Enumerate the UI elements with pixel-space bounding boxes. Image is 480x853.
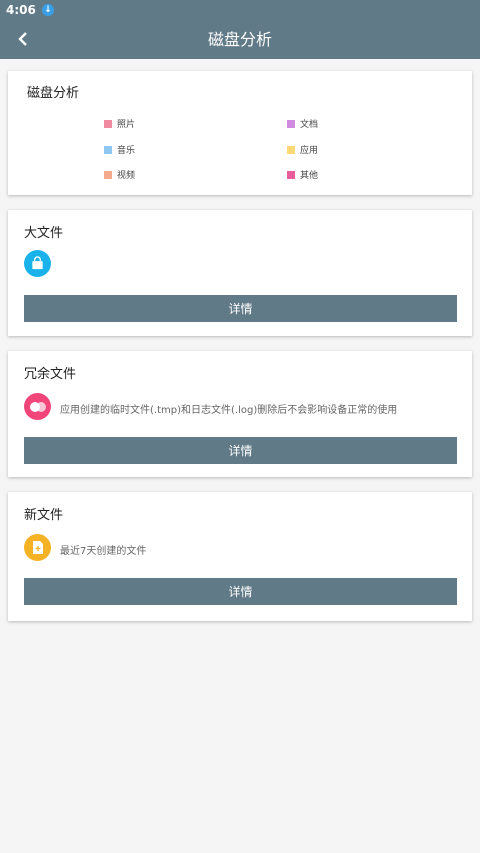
new-files-title: 新文件 (24, 508, 64, 523)
download-icon: ↓ (41, 4, 54, 16)
large-files-detail-button[interactable]: 详情 (24, 295, 457, 322)
new-files-detail-button[interactable]: 详情 (24, 578, 457, 605)
legend-label: 文档 (300, 120, 319, 130)
redundant-files-detail-button[interactable]: 详情 (24, 437, 457, 464)
redundant-files-title: 冗余文件 (24, 367, 77, 382)
new-files-description: 最近7天创建的文件 (60, 546, 147, 557)
legend-item-photos: 照片 (104, 117, 135, 130)
status-time: 4:06 (6, 3, 36, 17)
legend-label: 视频 (117, 171, 136, 181)
legend-label: 其他 (300, 171, 319, 181)
redundant-files-description: 应用创建的临时文件(.tmp)和日志文件(.log)删除后不会影响设备正常的使用 (60, 405, 398, 416)
status-bar: 4:06 ↓ (0, 0, 480, 20)
legend-item-videos: 视频 (104, 168, 135, 181)
legend-swatch (104, 119, 112, 128)
legend-label: 音乐 (117, 146, 136, 156)
new-document-icon (24, 534, 51, 561)
app-bar: 磁盘分析 (0, 20, 480, 59)
legend-swatch (287, 119, 295, 128)
legend-label: 应用 (300, 146, 319, 156)
legend-item-music: 音乐 (104, 143, 135, 156)
legend-item-other: 其他 (287, 168, 318, 181)
page-title: 磁盘分析 (207, 30, 272, 49)
legend-item-apps: 应用 (287, 143, 318, 156)
large-files-card: 大文件 详情 (8, 210, 472, 336)
legend-swatch (287, 170, 295, 179)
large-files-title: 大文件 (24, 226, 64, 241)
shopping-bag-icon (24, 250, 51, 277)
redundant-files-card: 冗余文件 应用创建的临时文件(.tmp)和日志文件(.log)删除后不会影响设备… (8, 351, 472, 477)
legend-label: 照片 (117, 120, 136, 130)
overlap-circles-icon (24, 393, 51, 420)
disk-analysis-card: 磁盘分析 照片 文档 音乐 应用 视频 其他 (8, 71, 472, 195)
legend-swatch (104, 170, 112, 179)
legend-swatch (287, 145, 295, 154)
new-files-card: 新文件 最近7天创建的文件 详情 (8, 492, 472, 621)
legend-swatch (104, 145, 112, 154)
legend-item-documents: 文档 (287, 117, 318, 130)
disk-analysis-title: 磁盘分析 (27, 86, 80, 101)
